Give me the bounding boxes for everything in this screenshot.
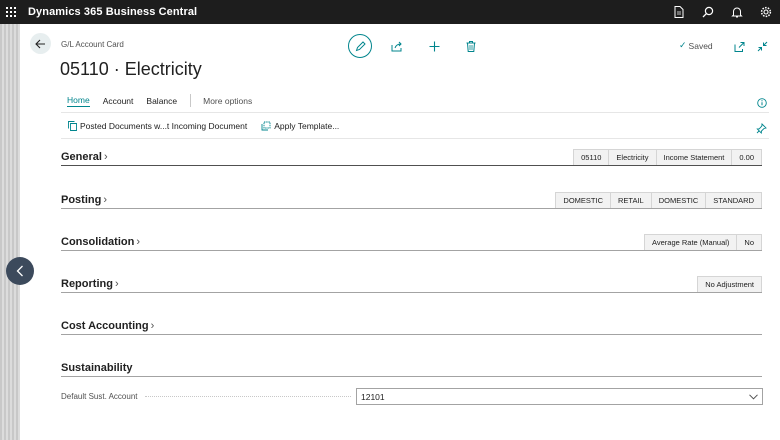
section-cost-accounting[interactable]: Cost Accounting ›: [61, 311, 762, 335]
summary-vat-prod-posting: STANDARD: [705, 192, 762, 208]
check-icon: ✓: [679, 40, 687, 50]
section-general[interactable]: General › 05110 Electricity Income Statem…: [61, 142, 762, 166]
template-icon: [261, 121, 271, 131]
summary-income-balance: Income Statement: [655, 149, 733, 165]
section-reporting[interactable]: Reporting › No Adjustment: [61, 269, 762, 293]
tab-balance[interactable]: Balance: [146, 96, 177, 106]
chevron-right-icon: ›: [150, 320, 155, 332]
chevron-right-icon: ›: [114, 278, 119, 290]
summary-gen-prod-posting: RETAIL: [610, 192, 652, 208]
summary-gen-bus-posting: DOMESTIC: [555, 192, 611, 208]
default-sust-account-value: 12101: [361, 391, 385, 402]
trash-icon: [466, 40, 476, 52]
bell-icon[interactable]: [722, 0, 751, 24]
open-new-window-button[interactable]: [734, 39, 745, 57]
section-general-summary: 05110 Electricity Income Statement 0.00: [573, 149, 762, 165]
apply-template-action[interactable]: Apply Template...: [261, 121, 339, 131]
section-cost-accounting-title: Cost Accounting: [61, 320, 149, 332]
summary-vat-bus-posting: DOMESTIC: [650, 192, 707, 208]
app-bar: Dynamics 365 Business Central: [0, 0, 780, 24]
chevron-down-icon[interactable]: [749, 393, 758, 400]
summary-balance: 0.00: [731, 149, 762, 165]
section-sustainability-title: Sustainability: [61, 362, 133, 374]
waffle-icon[interactable]: [0, 0, 22, 24]
summary-translation-method: Average Rate (Manual): [644, 234, 738, 250]
open-new-window-icon: [734, 42, 745, 52]
tab-more-options[interactable]: More options: [203, 96, 252, 106]
collapse-icon: [757, 41, 768, 52]
collapse-button[interactable]: [757, 39, 768, 57]
plus-icon: [429, 41, 439, 51]
copy-icon: [68, 121, 77, 131]
chevron-right-icon: ›: [103, 151, 108, 163]
section-posting[interactable]: Posting › DOMESTIC RETAIL DOMESTIC STANDA…: [61, 185, 762, 209]
chevron-right-icon: ›: [103, 194, 108, 206]
back-button[interactable]: [30, 33, 51, 54]
card-actions: [348, 34, 483, 58]
action-bar: Posted Documents w...t Incoming Document…: [68, 121, 353, 131]
summary-no: 05110: [573, 149, 610, 165]
default-sust-account-label: Default Sust. Account: [61, 392, 138, 401]
summary-name: Electricity: [608, 149, 657, 165]
section-consolidation-title: Consolidation: [61, 236, 135, 248]
field-leader: [145, 396, 351, 397]
apply-template-label: Apply Template...: [274, 121, 340, 131]
section-consolidation[interactable]: Consolidation › Average Rate (Manual) No: [61, 227, 762, 251]
section-reporting-title: Reporting: [61, 278, 113, 290]
default-sust-account-field[interactable]: 12101: [356, 388, 763, 405]
tab-divider: [190, 94, 192, 107]
left-gutter: [0, 24, 20, 440]
info-icon[interactable]: [757, 95, 767, 113]
section-general-title: General: [61, 151, 102, 163]
delete-button[interactable]: [459, 34, 483, 58]
section-posting-summary: DOMESTIC RETAIL DOMESTIC STANDARD: [555, 192, 762, 208]
tab-account[interactable]: Account: [103, 96, 134, 106]
arrow-left-icon: [35, 39, 45, 48]
gear-icon[interactable]: [751, 0, 780, 24]
section-sustainability[interactable]: Sustainability: [61, 353, 762, 377]
section-reporting-summary: No Adjustment: [697, 276, 762, 292]
pin-icon[interactable]: [756, 121, 767, 139]
pencil-icon: [355, 40, 366, 51]
document-icon[interactable]: [664, 0, 693, 24]
gl-account-card: G/L Account Card 05110 · Electricity ✓ S…: [20, 24, 780, 440]
saved-status: ✓ Saved: [679, 40, 713, 51]
tab-home[interactable]: Home: [67, 95, 90, 107]
chevron-right-icon: ›: [136, 236, 140, 248]
summary-exchange-rate-adjustment: No Adjustment: [697, 276, 762, 292]
edit-button[interactable]: [348, 34, 372, 58]
page-title: 05110 · Electricity: [60, 59, 202, 79]
share-icon: [391, 41, 402, 51]
summary-exclude: No: [736, 234, 762, 250]
app-title: Dynamics 365 Business Central: [28, 6, 198, 18]
navigation-collapse-button[interactable]: [6, 257, 34, 285]
saved-label: Saved: [688, 40, 713, 51]
divider: [61, 112, 769, 113]
chevron-left-icon: [16, 265, 23, 277]
divider: [61, 138, 769, 139]
search-icon[interactable]: [693, 0, 722, 24]
posted-documents-label: Posted Documents w...t Incoming Document: [80, 121, 248, 131]
section-consolidation-summary: Average Rate (Manual) No: [644, 234, 762, 250]
new-button[interactable]: [422, 34, 446, 58]
share-button[interactable]: [385, 34, 409, 58]
posted-documents-action[interactable]: Posted Documents w...t Incoming Document: [68, 121, 247, 131]
breadcrumb: G/L Account Card: [61, 40, 124, 49]
section-posting-title: Posting: [61, 194, 102, 206]
action-tabs: Home Account Balance More options: [67, 94, 265, 107]
